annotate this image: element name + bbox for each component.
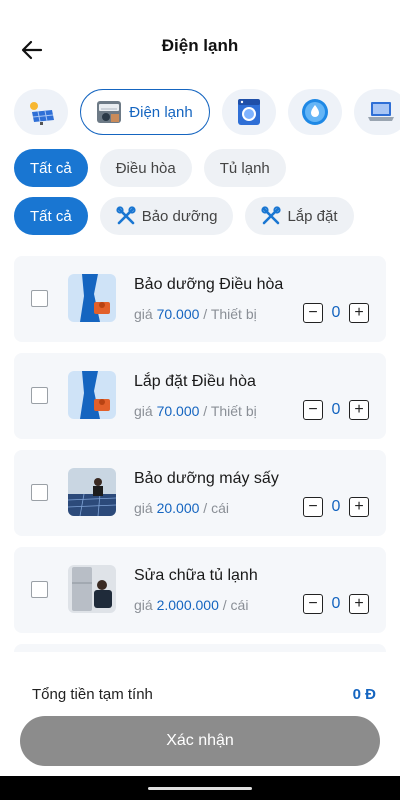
- footer: Tổng tiền tạm tính 0 Đ Xác nhận: [0, 664, 400, 776]
- category-laptop[interactable]: [354, 89, 400, 135]
- total-label: Tổng tiền tạm tính: [32, 686, 153, 703]
- filter-type-all[interactable]: Tất cả: [14, 149, 88, 187]
- filter-service-lap-dat-label: Lắp đặt: [287, 207, 338, 225]
- laptop-icon: [368, 102, 394, 121]
- service-price: 2.000.000: [156, 597, 219, 613]
- service-checkbox[interactable]: [31, 484, 48, 501]
- filter-service-bao-duong-label: Bảo dưỡng: [141, 207, 218, 225]
- service-image: [68, 565, 116, 613]
- service-checkbox[interactable]: [31, 581, 48, 598]
- service-checkbox[interactable]: [31, 290, 48, 307]
- header: Điện lạnh: [0, 0, 400, 92]
- quantity-value: 0: [331, 498, 341, 515]
- increment-button[interactable]: +: [349, 594, 369, 614]
- service-item: Sửa chữa tủ lạnh giá 2.000.000 / cái − 0…: [14, 547, 386, 633]
- service-price-line: giá 20.000 / cái: [134, 500, 229, 516]
- quantity-stepper: − 0 +: [303, 303, 369, 323]
- service-checkbox[interactable]: [31, 387, 48, 404]
- washing-machine-icon: [238, 99, 260, 125]
- service-item: Bảo dưỡng Điều hòa giá 70.000 / Thiết bị…: [14, 256, 386, 342]
- service-price-line: giá 2.000.000 / cái: [134, 597, 248, 613]
- service-item-partial: [14, 644, 386, 652]
- service-unit: / Thiết bị: [203, 403, 257, 419]
- service-price: 70.000: [156, 403, 200, 419]
- decrement-button[interactable]: −: [303, 594, 323, 614]
- category-carousel: Điện lạnh: [14, 89, 400, 137]
- service-list: Bảo dưỡng Điều hòa giá 70.000 / Thiết bị…: [14, 256, 386, 652]
- page-title: Điện lạnh: [161, 36, 239, 55]
- service-image: [68, 371, 116, 419]
- service-item: Bảo dưỡng máy sấy giá 20.000 / cái − 0 +: [14, 450, 386, 536]
- wrench-icon: [116, 206, 136, 226]
- quantity-value: 0: [331, 595, 341, 612]
- service-name: Sửa chữa tủ lạnh: [134, 567, 258, 584]
- service-name: Lắp đặt Điều hòa: [134, 373, 256, 390]
- total-value: 0 Đ: [352, 686, 376, 703]
- price-prefix: giá: [134, 500, 153, 516]
- solar-panel-icon: [30, 102, 54, 125]
- decrement-button[interactable]: −: [303, 400, 323, 420]
- category-water[interactable]: [288, 89, 342, 135]
- category-label: Điện lạnh: [129, 103, 193, 121]
- filter-type-tu-lanh[interactable]: Tủ lạnh: [203, 149, 286, 187]
- decrement-button[interactable]: −: [303, 303, 323, 323]
- increment-button[interactable]: +: [349, 400, 369, 420]
- decrement-button[interactable]: −: [303, 497, 323, 517]
- home-handle[interactable]: [148, 787, 252, 790]
- price-prefix: giá: [134, 403, 153, 419]
- filter-service-all[interactable]: Tất cả: [14, 197, 88, 235]
- price-prefix: giá: [134, 597, 153, 613]
- category-washing-machine[interactable]: [222, 89, 276, 135]
- service-image: [68, 274, 116, 322]
- quantity-stepper: − 0 +: [303, 497, 369, 517]
- category-solar[interactable]: [14, 89, 68, 135]
- system-nav-bar: [0, 776, 400, 800]
- category-dien-lanh[interactable]: Điện lạnh: [80, 89, 210, 135]
- water-drop-icon: [302, 99, 328, 125]
- air-conditioner-thumb: [97, 101, 122, 123]
- quantity-value: 0: [331, 304, 341, 321]
- filter-service-bao-duong[interactable]: Bảo dưỡng: [99, 197, 234, 235]
- wrench-icon: [261, 206, 282, 226]
- service-unit: / Thiết bị: [203, 306, 257, 322]
- filter-service-lap-dat[interactable]: Lắp đặt: [245, 197, 354, 235]
- type-filter-row: Tất cả Điều hòa Tủ lạnh: [14, 149, 400, 187]
- service-price: 70.000: [156, 306, 200, 322]
- service-filter-row: Tất cả Bảo dưỡng Lắp đặt: [14, 197, 400, 235]
- service-image: [68, 468, 116, 516]
- price-prefix: giá: [134, 306, 153, 322]
- service-unit: / cái: [203, 500, 229, 516]
- service-price-line: giá 70.000 / Thiết bị: [134, 306, 257, 322]
- quantity-stepper: − 0 +: [303, 400, 369, 420]
- confirm-button[interactable]: Xác nhận: [20, 716, 380, 766]
- service-name: Bảo dưỡng Điều hòa: [134, 276, 284, 293]
- filter-type-dieu-hoa[interactable]: Điều hòa: [99, 149, 192, 187]
- increment-button[interactable]: +: [349, 303, 369, 323]
- service-price: 20.000: [156, 500, 200, 516]
- service-name: Bảo dưỡng máy sấy: [134, 470, 279, 487]
- quantity-value: 0: [331, 401, 341, 418]
- service-unit: / cái: [222, 597, 249, 613]
- service-item: Lắp đặt Điều hòa giá 70.000 / Thiết bị −…: [14, 353, 386, 439]
- increment-button[interactable]: +: [349, 497, 369, 517]
- quantity-stepper: − 0 +: [303, 594, 369, 614]
- service-price-line: giá 70.000 / Thiết bị: [134, 403, 257, 419]
